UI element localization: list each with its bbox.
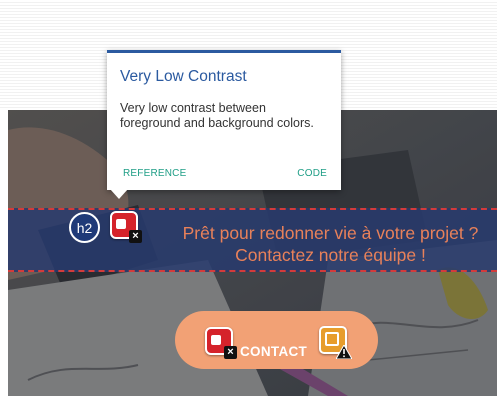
image-frame-icon xyxy=(325,332,339,346)
contact-button-label: CONTACT xyxy=(240,344,308,359)
heading-level-label: h2 xyxy=(76,219,93,236)
cta-banner-line2: Contactez notre équipe ! xyxy=(235,245,426,265)
code-link[interactable]: CODE xyxy=(297,168,327,179)
contrast-error-square xyxy=(116,219,126,229)
close-icon: × xyxy=(129,230,142,243)
tooltip-description: Very low contrast between foreground and… xyxy=(120,101,314,130)
cta-banner-line1: Prêt pour redonner vie à votre projet ? xyxy=(182,223,479,243)
reference-link[interactable]: REFERENCE xyxy=(123,168,186,179)
contact-button[interactable]: × CONTACT xyxy=(175,311,378,369)
contrast-error-icon[interactable]: × xyxy=(110,211,142,243)
warning-triangle-icon xyxy=(336,345,352,359)
tooltip-arrow xyxy=(110,189,128,199)
contrast-error-square xyxy=(211,335,221,345)
tooltip-title: Very Low Contrast xyxy=(120,68,247,85)
contrast-tooltip: Very Low Contrast Very low contrast betw… xyxy=(107,50,341,190)
cta-banner-text: Prêt pour redonner vie à votre projet ? … xyxy=(158,222,497,266)
alert-warning-icon[interactable] xyxy=(319,326,352,359)
heading-level-badge[interactable]: h2 xyxy=(69,212,100,243)
contrast-error-icon[interactable]: × xyxy=(205,327,237,359)
close-icon: × xyxy=(224,346,237,359)
